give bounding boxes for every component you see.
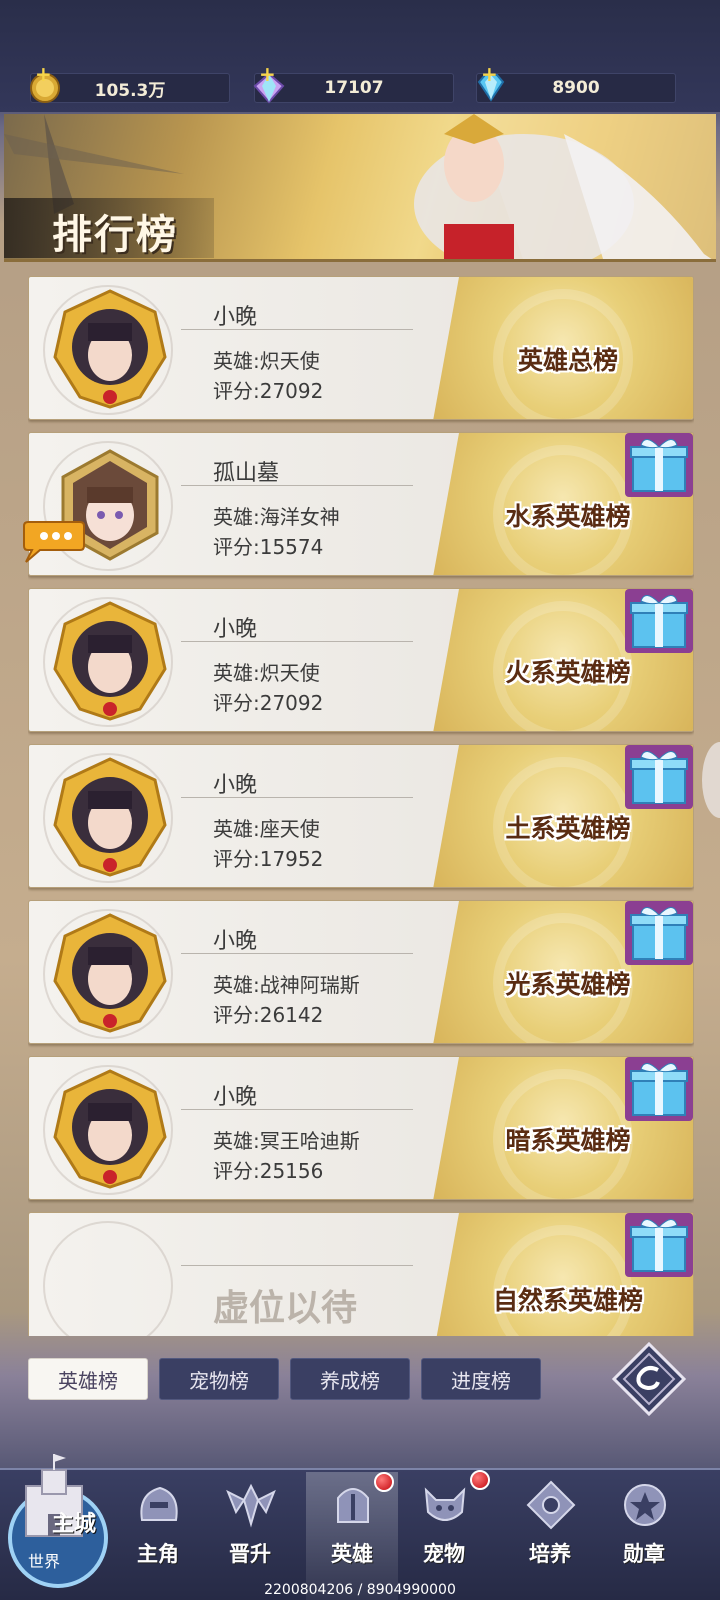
dark-hair-girl-avatar[interactable] xyxy=(45,1067,175,1191)
nav-label: 英雄 xyxy=(331,1541,373,1566)
add-diamond-icon[interactable]: + xyxy=(481,62,498,86)
nav-protagonist[interactable]: 主角 xyxy=(112,1472,204,1600)
hero-name: 英雄:炽天使 xyxy=(213,349,320,373)
gift-box-icon[interactable] xyxy=(625,901,693,965)
rank-title[interactable]: 土系英雄榜 xyxy=(443,809,693,845)
dark-hair-girl-avatar[interactable] xyxy=(45,287,175,411)
gift-box-icon[interactable] xyxy=(625,433,693,497)
gold-value: 105.3万 xyxy=(94,80,166,101)
score: 评分:27092 xyxy=(213,379,324,403)
promotion-wings-icon xyxy=(226,1483,276,1528)
nav-label: 晋升 xyxy=(229,1541,271,1566)
divider xyxy=(181,485,413,486)
rank-title[interactable]: 暗系英雄榜 xyxy=(443,1121,693,1157)
nav-label: 培养 xyxy=(529,1541,571,1566)
back-button[interactable] xyxy=(612,1342,686,1416)
nav-promotion[interactable]: 晋升 xyxy=(204,1472,296,1600)
hero-name: 英雄:战神阿瑞斯 xyxy=(213,973,360,997)
score: 评分:26142 xyxy=(213,1003,324,1027)
ranking-card-earth[interactable]: 小晚 英雄:座天使 评分:17952 土系英雄榜 xyxy=(28,744,694,888)
diamond-resource[interactable]: + 8900 xyxy=(476,62,676,103)
ranking-card-nature[interactable]: 虚位以待 自然系英雄榜 xyxy=(28,1212,694,1336)
score: 评分:17952 xyxy=(213,847,324,871)
world-label: 世界 xyxy=(28,1552,61,1571)
tab-growth-ranking[interactable]: 养成榜 xyxy=(290,1358,410,1400)
ranking-card-dark[interactable]: 小晚 英雄:冥王哈迪斯 评分:25156 暗系英雄榜 xyxy=(28,1056,694,1200)
footer-id-text: 2200804206 / 8904990000 xyxy=(264,1582,456,1598)
divider xyxy=(181,797,413,798)
score: 评分:15574 xyxy=(213,535,324,559)
training-crest-icon xyxy=(526,1480,576,1530)
gift-box-icon[interactable] xyxy=(625,745,693,809)
nav-label: 勋章 xyxy=(623,1541,665,1566)
hero-notification-badge xyxy=(374,1472,394,1492)
tab-progress-ranking[interactable]: 进度榜 xyxy=(421,1358,541,1400)
ranking-card-light[interactable]: 小晚 英雄:战神阿瑞斯 评分:26142 光系英雄榜 xyxy=(28,900,694,1044)
knight-helmet-icon xyxy=(337,1488,369,1523)
leaderboard-banner: 排行榜 xyxy=(4,114,716,262)
rank-title[interactable]: 光系英雄榜 xyxy=(443,965,693,1001)
rank-title[interactable]: 英雄总榜 xyxy=(443,341,693,377)
gold-resource[interactable]: + 105.3万 xyxy=(30,62,230,103)
ranking-card-water[interactable]: 孤山墓 英雄:海洋女神 评分:15574 水系英雄榜 xyxy=(28,432,694,576)
pet-beast-icon xyxy=(424,1487,466,1521)
divider xyxy=(181,329,413,330)
rank-title[interactable]: 火系英雄榜 xyxy=(443,653,693,689)
add-gold-icon[interactable]: + xyxy=(35,62,52,86)
hero-name: 英雄:炽天使 xyxy=(213,661,320,685)
gem-resource[interactable]: + 17107 xyxy=(253,62,454,104)
divider xyxy=(181,953,413,954)
tab-hero-ranking[interactable]: 英雄榜 xyxy=(28,1358,148,1400)
rank-title[interactable]: 水系英雄榜 xyxy=(443,497,693,533)
rank-title[interactable]: 自然系英雄榜 xyxy=(443,1281,693,1317)
dark-hair-girl-avatar[interactable] xyxy=(45,599,175,723)
chat-bubble-icon[interactable] xyxy=(22,518,86,564)
pet-notification-badge xyxy=(470,1470,490,1490)
world-map-button[interactable]: 主城 世界 xyxy=(6,1452,110,1598)
hero-name: 英雄:座天使 xyxy=(213,817,320,841)
ranking-list[interactable]: 小晚 英雄:炽天使 评分:27092 英雄总榜 孤山墓 英雄:海洋女神 评分:1… xyxy=(28,276,694,1336)
dark-hair-girl-avatar[interactable] xyxy=(45,911,175,1035)
player-name: 小晚 xyxy=(213,617,258,642)
gift-box-icon[interactable] xyxy=(625,589,693,653)
add-gem-icon[interactable]: + xyxy=(259,62,276,86)
nav-label: 宠物 xyxy=(423,1541,465,1566)
dark-hair-girl-avatar[interactable] xyxy=(45,755,175,879)
resource-bar: + 105.3万 + 17107 + 8900 xyxy=(0,0,720,112)
main-city-label: 主城 xyxy=(52,1511,97,1537)
diamond-value: 8900 xyxy=(552,78,600,98)
side-scroll-handle[interactable] xyxy=(700,740,720,820)
empty-slot-text: 虚位以待 xyxy=(213,1288,358,1329)
score: 评分:27092 xyxy=(213,691,324,715)
player-name: 孤山墓 xyxy=(213,461,280,486)
ranking-card-hero-total[interactable]: 小晚 英雄:炽天使 评分:27092 英雄总榜 xyxy=(28,276,694,420)
player-name: 小晚 xyxy=(213,305,258,330)
divider xyxy=(181,1265,413,1266)
nav-training[interactable]: 培养 xyxy=(504,1472,596,1600)
nav-pets[interactable]: 宠物 xyxy=(398,1472,490,1600)
hero-helmet-icon xyxy=(140,1486,178,1521)
page-title: 排行榜 xyxy=(52,211,178,258)
divider xyxy=(181,641,413,642)
hero-name: 英雄:冥王哈迪斯 xyxy=(213,1129,360,1153)
gift-box-icon[interactable] xyxy=(625,1213,693,1277)
player-name: 小晚 xyxy=(213,1085,258,1110)
gem-value: 17107 xyxy=(324,78,384,98)
player-name: 小晚 xyxy=(213,773,258,798)
medal-star-icon xyxy=(624,1484,666,1526)
player-name: 小晚 xyxy=(213,929,258,954)
avatar-ring xyxy=(43,1221,173,1336)
ranking-card-fire[interactable]: 小晚 英雄:炽天使 评分:27092 火系英雄榜 xyxy=(28,588,694,732)
divider xyxy=(181,1109,413,1110)
score: 评分:25156 xyxy=(213,1159,324,1183)
tab-pet-ranking[interactable]: 宠物榜 xyxy=(159,1358,279,1400)
gift-box-icon[interactable] xyxy=(625,1057,693,1121)
nav-label: 主角 xyxy=(137,1541,179,1566)
nav-medals[interactable]: 勋章 xyxy=(598,1472,690,1600)
hero-name: 英雄:海洋女神 xyxy=(213,505,340,529)
